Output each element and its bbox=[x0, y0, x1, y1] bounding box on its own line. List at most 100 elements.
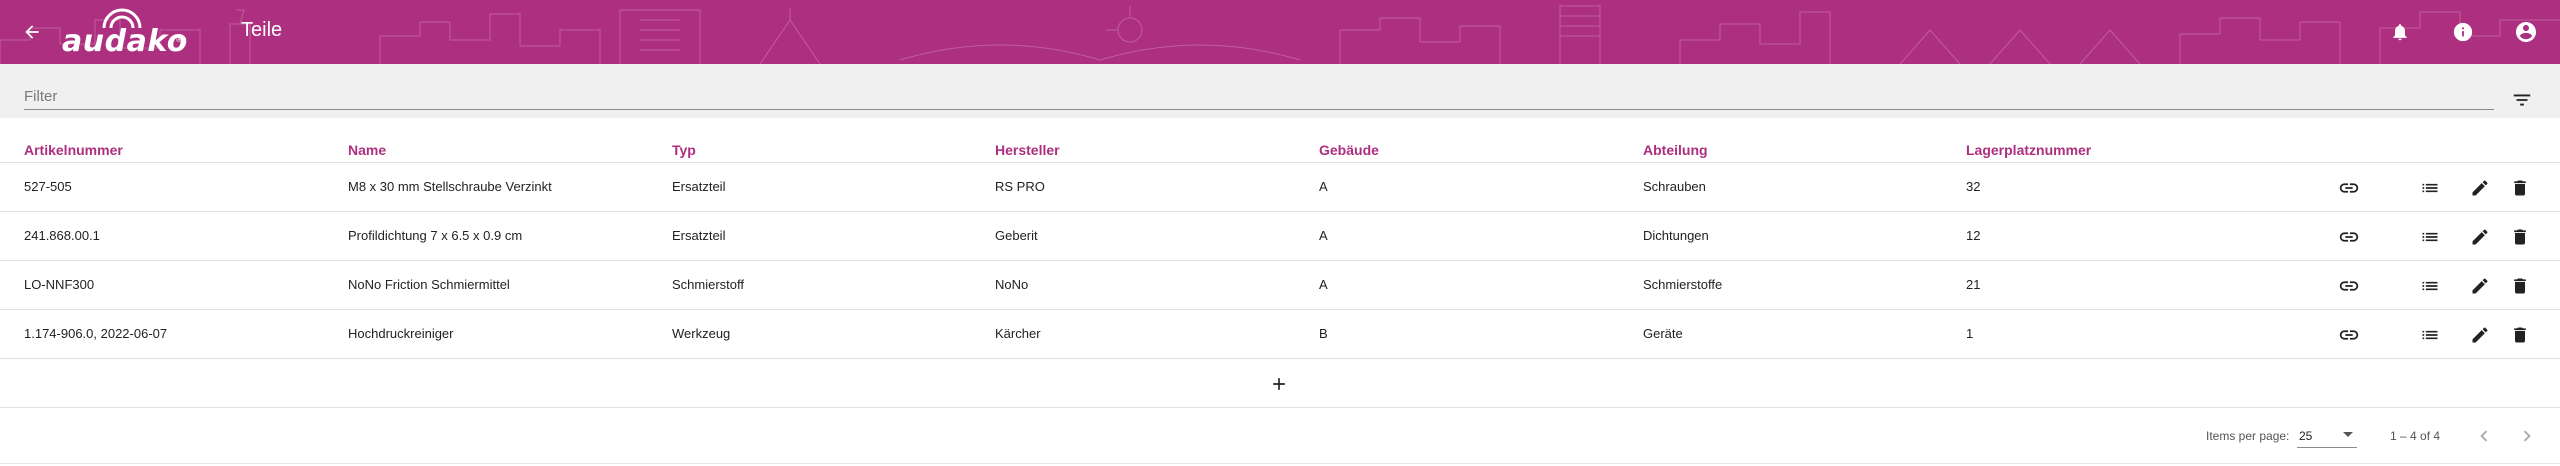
link-button[interactable] bbox=[2336, 322, 2362, 348]
link-button[interactable] bbox=[2336, 224, 2362, 250]
plus-icon bbox=[1273, 378, 1285, 390]
add-part-button[interactable] bbox=[1266, 371, 1292, 397]
app-toolbar: audako ® Teile bbox=[0, 0, 2560, 64]
page-range-label: 1 – 4 of 4 bbox=[2390, 429, 2441, 443]
account-button[interactable] bbox=[2512, 18, 2540, 46]
cell-typ: Werkzeug bbox=[672, 326, 731, 341]
items-per-page-label: Items per page: bbox=[2206, 429, 2290, 443]
details-list-button[interactable] bbox=[2417, 224, 2443, 250]
arrow-left-icon bbox=[25, 25, 39, 39]
cell-artikelnummer: 1.174-906.0, 2022-06-07 bbox=[24, 326, 168, 341]
cell-typ: Ersatzteil bbox=[672, 179, 726, 194]
cell-artikelnummer: LO-NNF300 bbox=[24, 277, 95, 292]
details-list-button[interactable] bbox=[2417, 322, 2443, 348]
cell-name: Profildichtung 7 x 6.5 x 0.9 cm bbox=[348, 228, 523, 243]
filter-button[interactable] bbox=[2508, 88, 2536, 112]
cell-name: Hochdruckreiniger bbox=[348, 326, 454, 341]
delete-button[interactable] bbox=[2507, 273, 2533, 299]
table-row[interactable]: 241.868.00.1 Profildichtung 7 x 6.5 x 0.… bbox=[0, 212, 2560, 261]
cell-abteilung: Schrauben bbox=[1643, 179, 1706, 194]
delete-trash-icon bbox=[2514, 278, 2526, 294]
paginator: Items per page: 25 1 – 4 of 4 bbox=[0, 408, 2560, 464]
edit-pencil-icon bbox=[2472, 229, 2488, 245]
list-icon bbox=[2422, 183, 2438, 193]
bell-icon bbox=[2393, 24, 2407, 41]
edit-button[interactable] bbox=[2467, 224, 2493, 250]
dropdown-caret-icon bbox=[2343, 432, 2353, 437]
info-icon bbox=[2453, 22, 2473, 42]
city-skyline-background bbox=[0, 5, 2560, 64]
cell-lagerplatznummer: 12 bbox=[1966, 228, 1981, 243]
cell-gebaeude: A bbox=[1319, 228, 1328, 243]
cell-lagerplatznummer: 21 bbox=[1966, 277, 1981, 292]
delete-button[interactable] bbox=[2507, 224, 2533, 250]
cell-name: M8 x 30 mm Stellschraube Verzinkt bbox=[348, 179, 552, 194]
column-header-hersteller[interactable]: Hersteller bbox=[995, 142, 1060, 158]
cell-typ: Schmierstoff bbox=[672, 277, 745, 292]
column-header-typ[interactable]: Typ bbox=[672, 142, 696, 158]
filter-list-icon bbox=[2513, 94, 2531, 106]
page-title: Teile bbox=[241, 19, 283, 41]
column-header-name[interactable]: Name bbox=[348, 142, 386, 158]
delete-button[interactable] bbox=[2507, 322, 2533, 348]
link-icon bbox=[2339, 232, 2359, 242]
column-header-abteilung[interactable]: Abteilung bbox=[1643, 142, 1708, 158]
edit-button[interactable] bbox=[2467, 322, 2493, 348]
logo-text: audako bbox=[62, 24, 188, 59]
items-per-page-value: 25 bbox=[2299, 429, 2313, 443]
table-header-row: Artikelnummer Name Typ Hersteller Gebäud… bbox=[0, 118, 2560, 163]
cell-hersteller: Kärcher bbox=[995, 326, 1041, 341]
edit-pencil-icon bbox=[2472, 327, 2488, 343]
table-row[interactable]: 527-505 M8 x 30 mm Stellschraube Verzink… bbox=[0, 163, 2560, 212]
previous-page-button[interactable] bbox=[2470, 422, 2498, 450]
filter-bar bbox=[0, 64, 2560, 118]
edit-button[interactable] bbox=[2467, 175, 2493, 201]
column-header-artikelnummer[interactable]: Artikelnummer bbox=[24, 142, 123, 158]
delete-trash-icon bbox=[2514, 327, 2526, 343]
cell-name: NoNo Friction Schmiermittel bbox=[348, 277, 510, 292]
logo-registered-mark: ® bbox=[176, 35, 182, 44]
link-button[interactable] bbox=[2336, 175, 2362, 201]
cell-gebaeude: A bbox=[1319, 277, 1328, 292]
list-icon bbox=[2422, 281, 2438, 291]
cell-lagerplatznummer: 1 bbox=[1966, 326, 1974, 341]
details-list-button[interactable] bbox=[2417, 175, 2443, 201]
parts-table: Artikelnummer Name Typ Hersteller Gebäud… bbox=[0, 118, 2560, 408]
cell-typ: Ersatzteil bbox=[672, 228, 726, 243]
column-header-lagerplatznummer[interactable]: Lagerplatznummer bbox=[1966, 142, 2091, 158]
info-button[interactable] bbox=[2449, 18, 2477, 46]
audako-logo: audako ® bbox=[62, 6, 188, 59]
cell-hersteller: NoNo bbox=[995, 277, 1029, 292]
details-list-button[interactable] bbox=[2417, 273, 2443, 299]
cell-gebaeude: A bbox=[1319, 179, 1328, 194]
notifications-button[interactable] bbox=[2386, 18, 2414, 46]
list-icon bbox=[2422, 232, 2438, 242]
edit-pencil-icon bbox=[2472, 278, 2488, 294]
table-row[interactable]: 1.174-906.0, 2022-06-07 Hochdruckreinige… bbox=[0, 310, 2560, 359]
cell-hersteller: Geberit bbox=[995, 228, 1038, 243]
back-button[interactable] bbox=[14, 14, 50, 50]
cell-hersteller: RS PRO bbox=[995, 179, 1045, 194]
add-row bbox=[0, 359, 2560, 408]
chevron-right-icon bbox=[2523, 430, 2531, 442]
link-icon bbox=[2339, 183, 2359, 193]
account-circle-icon bbox=[2516, 22, 2536, 42]
cell-lagerplatznummer: 32 bbox=[1966, 179, 1981, 194]
cell-abteilung: Geräte bbox=[1643, 326, 1683, 341]
chevron-left-icon bbox=[2480, 430, 2488, 442]
delete-button[interactable] bbox=[2507, 175, 2533, 201]
next-page-button[interactable] bbox=[2513, 422, 2541, 450]
delete-trash-icon bbox=[2514, 180, 2526, 196]
table-row[interactable]: LO-NNF300 NoNo Friction Schmiermittel Sc… bbox=[0, 261, 2560, 310]
filter-input[interactable] bbox=[24, 84, 2494, 110]
list-icon bbox=[2422, 330, 2438, 340]
items-per-page-select[interactable]: 25 bbox=[2297, 422, 2357, 448]
column-header-gebaeude[interactable]: Gebäude bbox=[1319, 142, 1379, 158]
cell-artikelnummer: 527-505 bbox=[24, 179, 72, 194]
edit-button[interactable] bbox=[2467, 273, 2493, 299]
link-button[interactable] bbox=[2336, 273, 2362, 299]
cell-artikelnummer: 241.868.00.1 bbox=[24, 228, 100, 243]
cell-gebaeude: B bbox=[1319, 326, 1328, 341]
cell-abteilung: Dichtungen bbox=[1643, 228, 1709, 243]
link-icon bbox=[2339, 281, 2359, 291]
